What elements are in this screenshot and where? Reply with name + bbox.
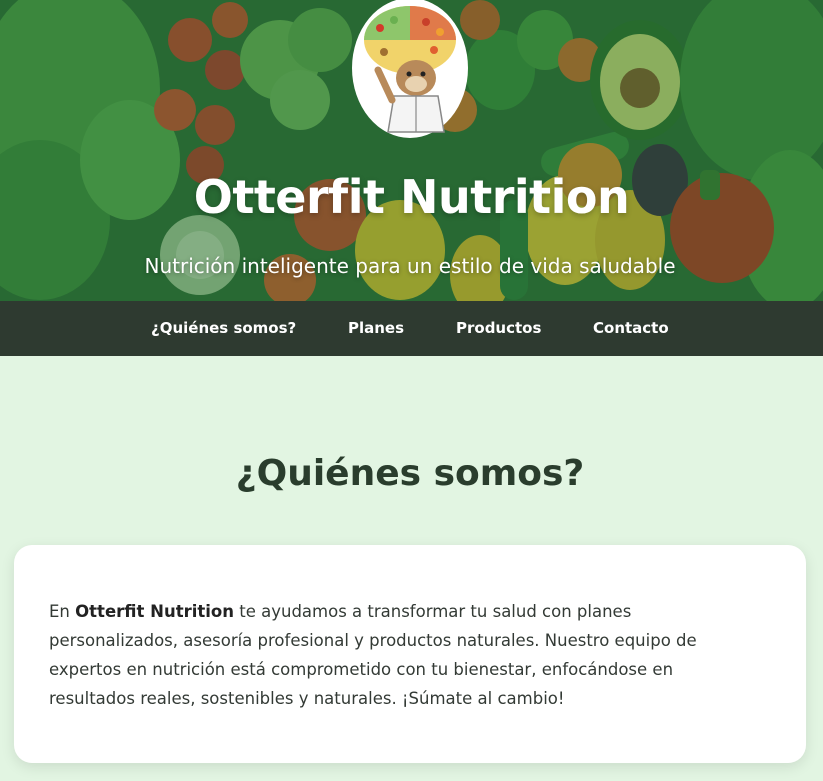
about-brand-name: Otterfit Nutrition	[75, 602, 234, 621]
about-description: En Otterfit Nutrition te ayudamos a tran…	[49, 597, 764, 713]
hero-banner: Otterfit Nutrition Nutrición inteligente…	[0, 0, 823, 301]
nav-link-productos[interactable]: Productos	[456, 319, 541, 337]
about-card: En Otterfit Nutrition te ayudamos a tran…	[14, 545, 806, 763]
site-title: Otterfit Nutrition	[193, 170, 630, 224]
main-navigation: ¿Quiénes somos? Planes Productos Contact…	[0, 301, 823, 356]
about-section-title: ¿Quiénes somos?	[235, 453, 585, 494]
nav-link-quienes-somos[interactable]: ¿Quiénes somos?	[151, 319, 296, 337]
nav-link-planes[interactable]: Planes	[348, 319, 404, 337]
otter-nutritionist-logo-icon	[352, 0, 468, 138]
site-tagline: Nutrición inteligente para un estilo de …	[144, 254, 676, 278]
about-text-intro: En	[49, 602, 76, 621]
nav-link-contacto[interactable]: Contacto	[593, 319, 669, 337]
